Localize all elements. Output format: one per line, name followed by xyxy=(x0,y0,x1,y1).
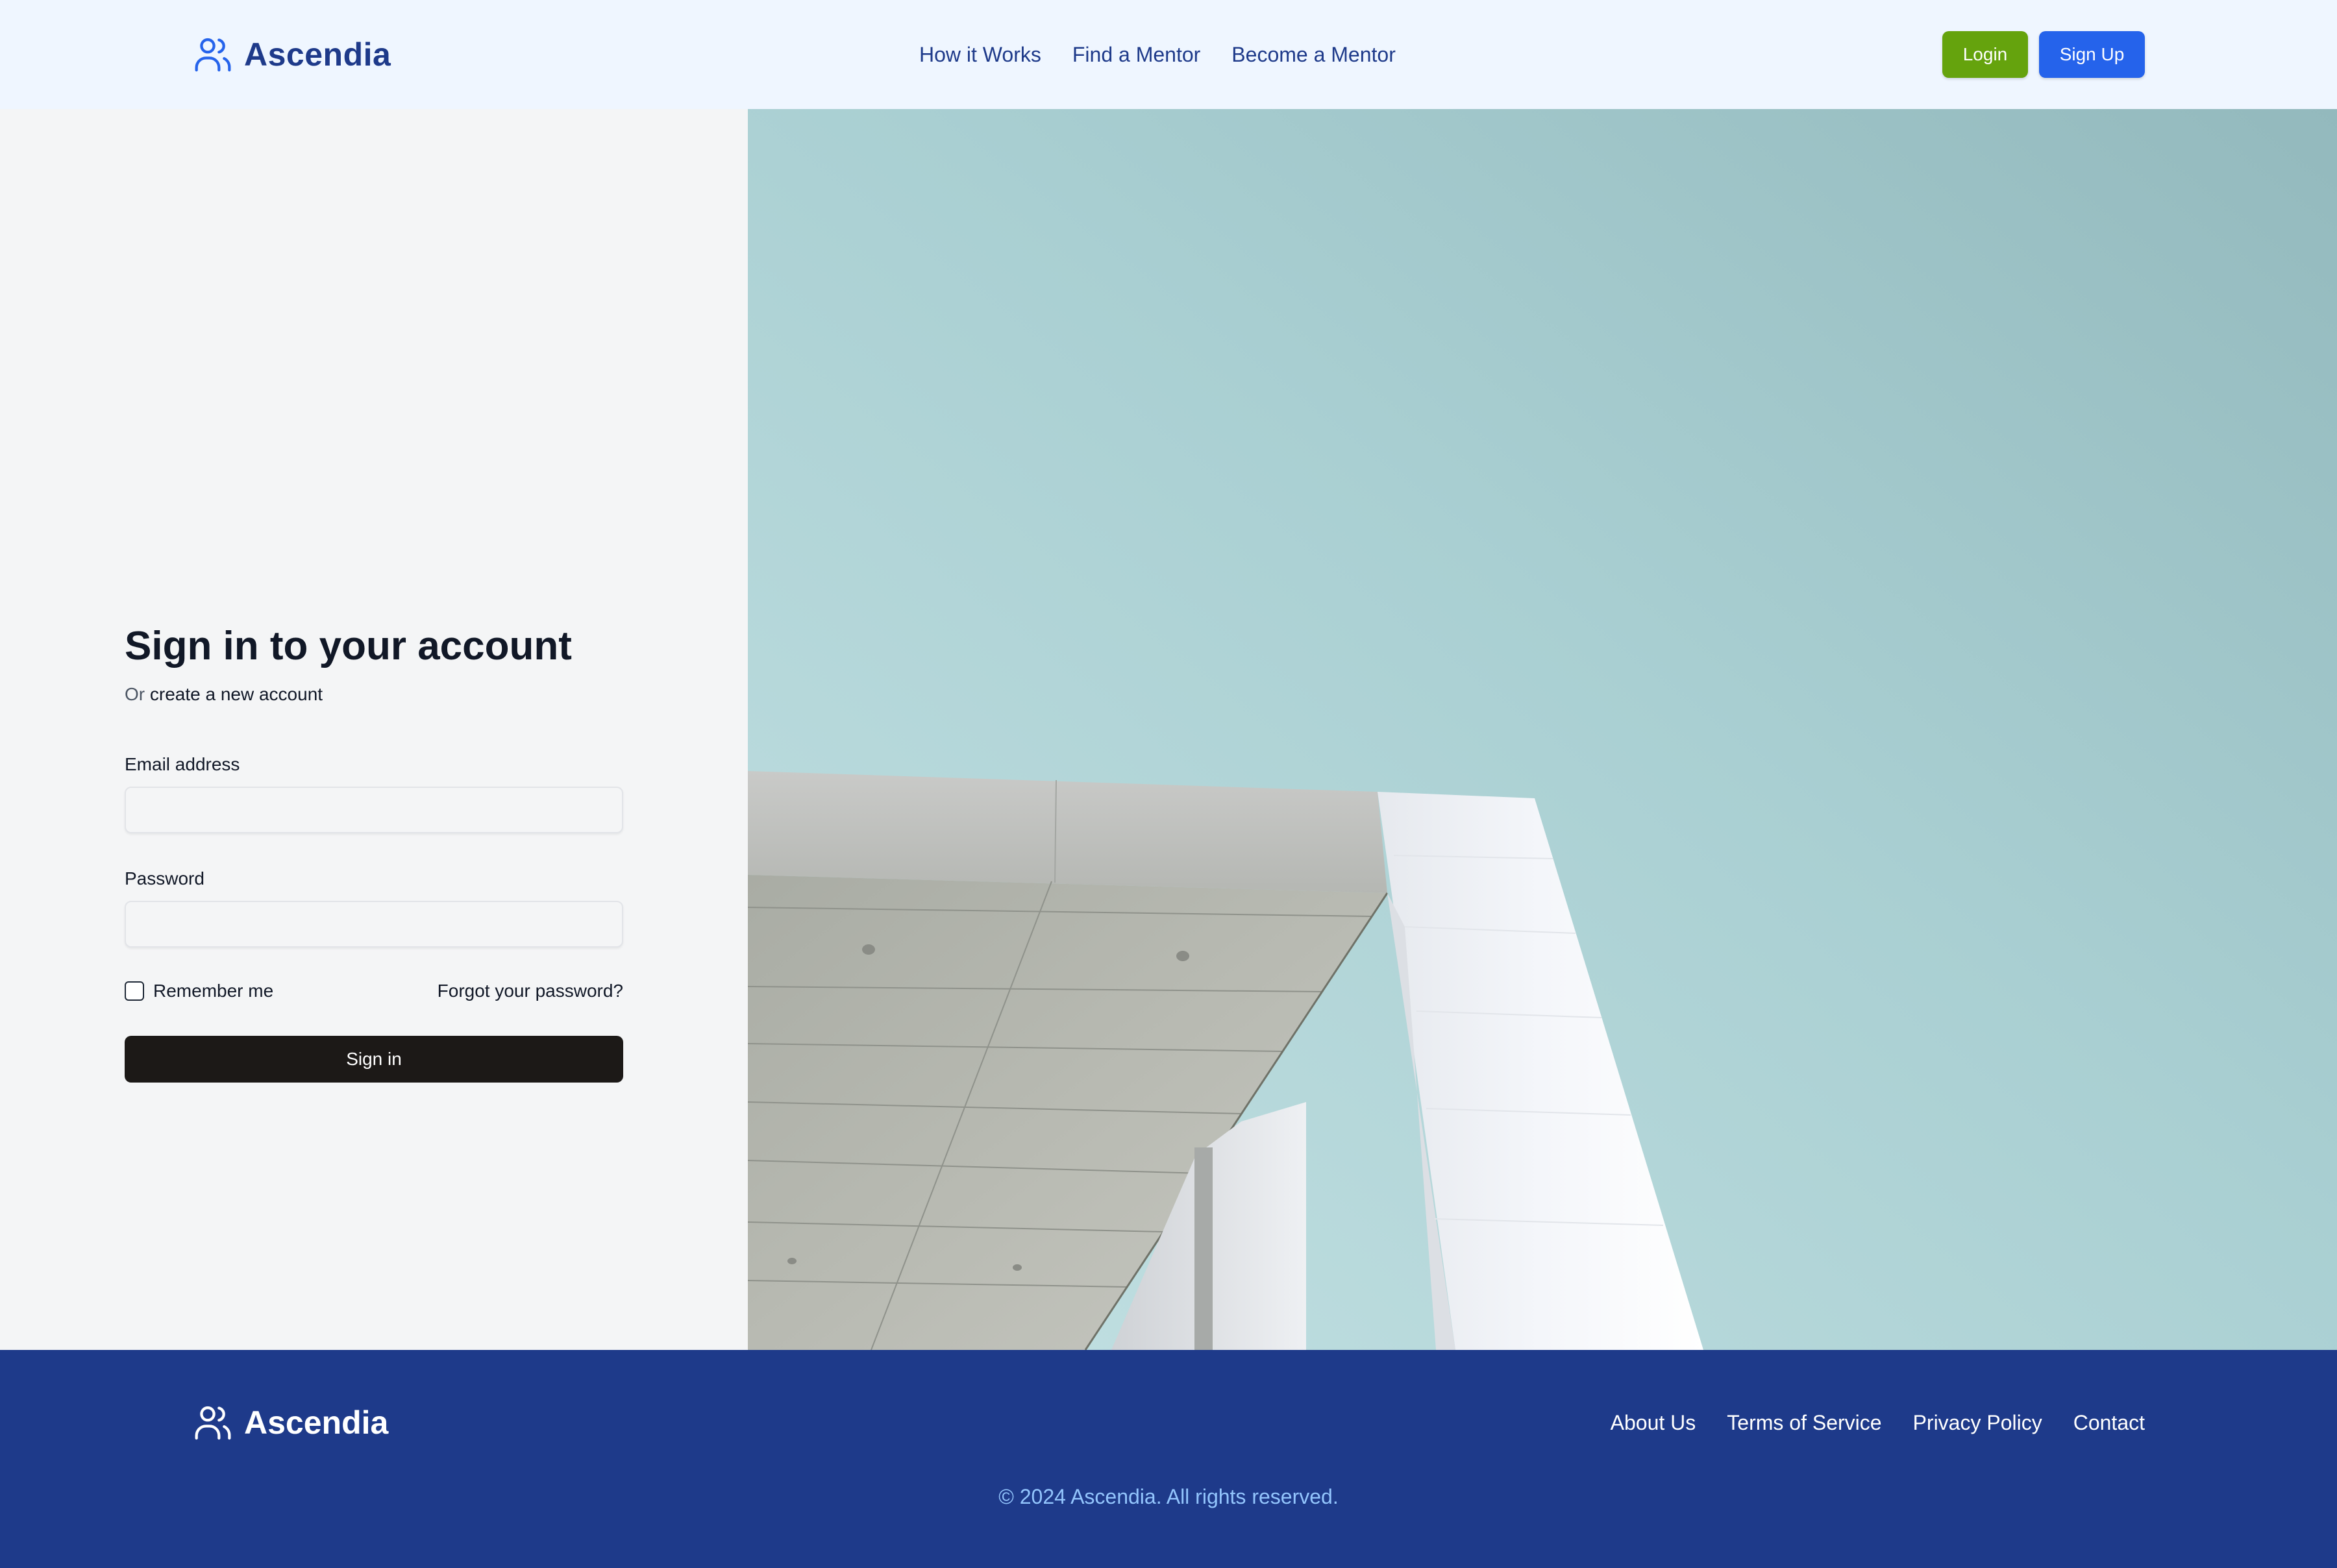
email-label: Email address xyxy=(125,754,240,774)
sign-up-button[interactable]: Sign Up xyxy=(2039,31,2145,78)
users-icon xyxy=(195,1406,231,1440)
password-field[interactable] xyxy=(125,901,623,948)
brand-name: Ascendia xyxy=(244,36,391,73)
login-button[interactable]: Login xyxy=(1942,31,2028,78)
nav-link-how-it-works[interactable]: How it Works xyxy=(919,39,1041,70)
site-footer: Ascendia About Us Terms of Service Priva… xyxy=(0,1350,2337,1568)
subtitle-prefix: Or xyxy=(125,684,145,704)
create-account-link[interactable]: create a new account xyxy=(150,684,323,704)
footer-link-about-us[interactable]: About Us xyxy=(1611,1407,1696,1438)
brand-logo-link[interactable]: Ascendia xyxy=(192,34,391,75)
sign-in-panel: Sign in to your account Or create a new … xyxy=(0,109,748,1350)
password-label: Password xyxy=(125,868,204,888)
nav-link-become-a-mentor[interactable]: Become a Mentor xyxy=(1231,39,1396,70)
page-title: Sign in to your account xyxy=(125,624,572,668)
remember-me-label[interactable]: Remember me xyxy=(153,981,273,1001)
users-icon xyxy=(195,38,231,72)
footer-nav: About Us Terms of Service Privacy Policy… xyxy=(1611,1407,2145,1438)
email-field[interactable] xyxy=(125,787,623,833)
main-nav: How it Works Find a Mentor Become a Ment… xyxy=(919,39,1396,70)
hero-photo xyxy=(748,109,2337,1350)
sign-in-button[interactable]: Sign in xyxy=(125,1036,623,1083)
remember-me-row: Remember me xyxy=(125,980,273,1002)
remember-me-checkbox[interactable] xyxy=(125,981,144,1001)
copyright-text: © 2024 Ascendia. All rights reserved. xyxy=(998,1485,1339,1508)
footer-link-contact[interactable]: Contact xyxy=(2073,1407,2145,1438)
footer-link-terms-of-service[interactable]: Terms of Service xyxy=(1727,1407,1881,1438)
sign-in-subtitle: Or create a new account xyxy=(125,684,323,705)
footer-brand-link[interactable]: Ascendia xyxy=(192,1402,388,1443)
top-navbar: Ascendia How it Works Find a Mentor Beco… xyxy=(0,0,2337,109)
nav-link-find-a-mentor[interactable]: Find a Mentor xyxy=(1072,39,1200,70)
forgot-password-link[interactable]: Forgot your password? xyxy=(438,980,623,1002)
footer-link-privacy-policy[interactable]: Privacy Policy xyxy=(1913,1407,2042,1438)
footer-brand-name: Ascendia xyxy=(244,1404,389,1441)
